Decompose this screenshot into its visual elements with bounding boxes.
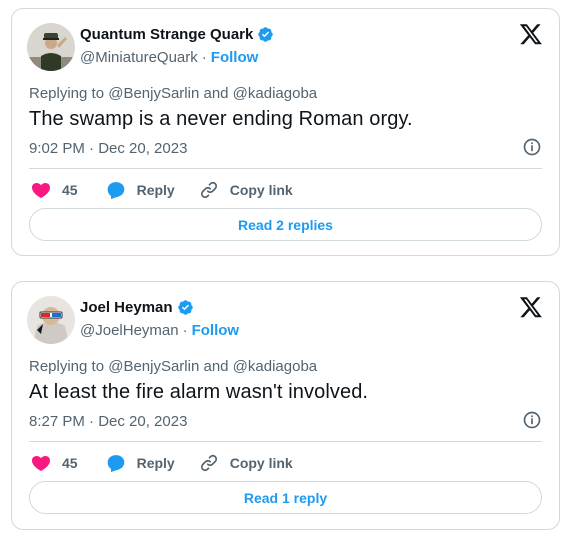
verified-badge-icon <box>177 300 193 315</box>
read-replies-button[interactable]: Read 1 reply <box>29 481 542 514</box>
timestamp[interactable]: 8:27 PM · Dec 20, 2023 <box>29 413 187 430</box>
tweet-text: The swamp is a never ending Roman orgy. <box>29 108 413 130</box>
tweet-text: At least the fire alarm wasn't involved. <box>29 381 369 403</box>
x-logo-icon[interactable] <box>519 22 543 46</box>
reply-bubble-icon <box>107 182 124 200</box>
tweet-card-1: Quantum Strange Quark @MiniatureQuark · Fo… <box>11 8 560 256</box>
info-icon[interactable] <box>522 137 542 157</box>
follow-link[interactable]: Follow <box>192 322 240 339</box>
display-name[interactable]: Joel Heyman <box>80 299 173 316</box>
tweet-card-2: Joel Heyman @JoelHeyman · Follow Replying … <box>11 281 560 530</box>
timestamp[interactable]: 9:02 PM · Dec 20, 2023 <box>29 140 187 157</box>
copy-link-label: Copy link <box>229 455 293 471</box>
3d-glasses-avatar-icon <box>27 296 75 344</box>
like-button[interactable]: 45 <box>31 453 78 473</box>
heart-icon <box>32 456 50 471</box>
display-name[interactable]: Quantum Strange Quark <box>80 26 253 43</box>
like-button[interactable]: 45 <box>31 180 78 200</box>
reply-button[interactable]: Reply <box>106 180 175 200</box>
soldier-avatar-icon <box>27 23 75 71</box>
verified-badge-icon <box>258 27 274 42</box>
link-icon <box>200 454 217 472</box>
separator: · <box>201 49 207 66</box>
divider <box>29 441 542 442</box>
replying-to: Replying to @BenjySarlin and @kadiagoba <box>29 85 318 102</box>
link-icon <box>200 181 217 199</box>
x-logo-icon[interactable] <box>519 295 543 319</box>
read-replies-button[interactable]: Read 2 replies <box>29 208 542 241</box>
reply-label: Reply <box>136 182 175 198</box>
heart-icon <box>32 183 50 198</box>
avatar[interactable] <box>27 23 75 71</box>
reply-button[interactable]: Reply <box>106 453 175 473</box>
replying-to: Replying to @BenjySarlin and @kadiagoba <box>29 358 318 375</box>
avatar[interactable] <box>27 296 75 344</box>
handle[interactable]: @MiniatureQuark <box>80 49 198 66</box>
divider <box>29 168 542 169</box>
copy-link-label: Copy link <box>229 182 293 198</box>
separator: · <box>182 322 188 339</box>
reply-label: Reply <box>136 455 175 471</box>
follow-link[interactable]: Follow <box>211 49 259 66</box>
info-icon[interactable] <box>522 410 542 430</box>
like-count: 45 <box>62 182 78 198</box>
copy-link-button[interactable]: Copy link <box>199 453 293 473</box>
like-count: 45 <box>62 455 78 471</box>
copy-link-button[interactable]: Copy link <box>199 180 293 200</box>
reply-bubble-icon <box>107 455 124 473</box>
handle[interactable]: @JoelHeyman <box>80 322 179 339</box>
